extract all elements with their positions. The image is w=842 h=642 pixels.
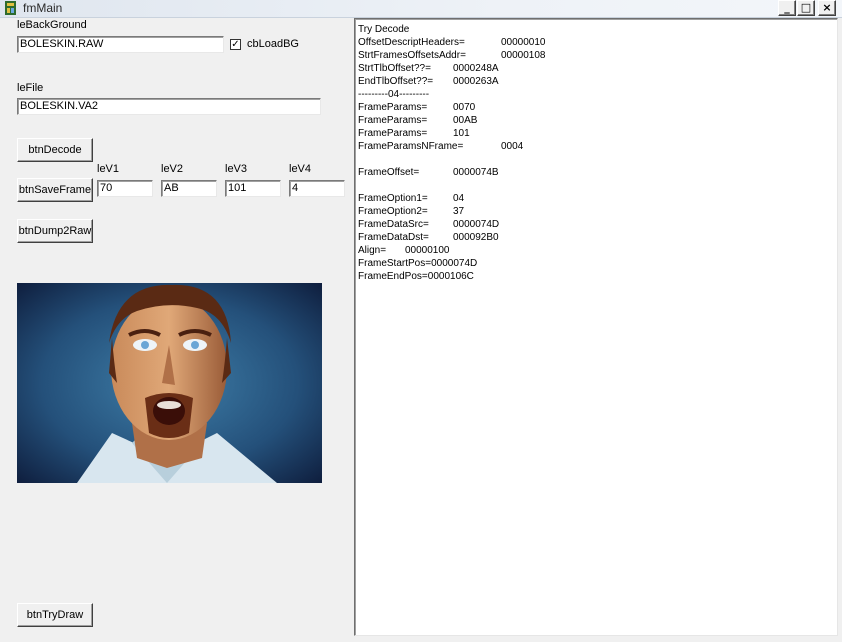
log-line-key: StrtTlbOffset??= <box>358 63 431 74</box>
maximize-button[interactable]: □ <box>797 0 815 16</box>
log-line-key: FrameParams= <box>358 128 428 139</box>
dump2raw-button[interactable]: btnDump2Raw <box>17 219 93 243</box>
app-icon <box>5 1 16 15</box>
log-line-key: FrameOffset= <box>358 167 420 178</box>
log-line-value: 00000100 <box>405 245 450 256</box>
log-line-key: FrameDataSrc= <box>358 219 429 230</box>
decode-button[interactable]: btnDecode <box>17 138 93 162</box>
save-frame-button[interactable]: btnSaveFrame <box>17 178 93 202</box>
v4-label: leV4 <box>289 163 312 175</box>
log-separator: ---------04--------- <box>358 89 430 100</box>
title-bar: fmMain _ □ × <box>0 0 842 18</box>
log-line-value: 04 <box>453 193 465 204</box>
log-line-key: FrameOption2= <box>358 206 428 217</box>
log-line-value: 0000074D <box>453 219 500 230</box>
log-line-key: FrameParamsNFrame= <box>358 141 464 152</box>
log-line-key: FrameEndPos=0000106C <box>358 271 474 282</box>
load-bg-checkbox[interactable]: ✓ <box>230 39 241 50</box>
window-title: fmMain <box>23 1 63 15</box>
log-line-value: 0070 <box>453 102 476 113</box>
close-button[interactable]: × <box>818 0 836 16</box>
file-label: leFile <box>17 82 44 94</box>
log-line-key: Align= <box>358 245 387 256</box>
log-heading: Try Decode <box>358 24 410 35</box>
v4-input[interactable]: 4 <box>289 180 345 197</box>
log-line-key: FrameDataDst= <box>358 232 429 243</box>
try-draw-button[interactable]: btnTryDraw <box>17 603 93 627</box>
v1-label: leV1 <box>97 163 120 175</box>
log-line-value: 0004 <box>501 141 524 152</box>
v3-label: leV3 <box>225 163 248 175</box>
v2-label: leV2 <box>161 163 184 175</box>
v3-input[interactable]: 101 <box>225 180 281 197</box>
v1-input[interactable]: 70 <box>97 180 153 197</box>
file-input[interactable]: BOLESKIN.VA2 <box>17 98 321 115</box>
log-line-key: EndTlbOffset??= <box>358 76 434 87</box>
background-label: leBackGround <box>17 19 87 31</box>
minimize-button[interactable]: _ <box>778 0 796 16</box>
log-line-value: 0000263A <box>453 76 499 87</box>
log-line-key: FrameStartPos=0000074D <box>358 258 478 269</box>
log-line-value: 00000010 <box>501 37 546 48</box>
log-line-value: 0000248A <box>453 63 499 74</box>
decode-log[interactable]: Try Decode OffsetDescriptHeaders= 000000… <box>354 18 838 636</box>
face-portrait-image <box>17 283 322 483</box>
log-line-value: 000092B0 <box>453 232 499 243</box>
log-line-value: 101 <box>453 128 470 139</box>
log-line-key: FrameParams= <box>358 115 428 126</box>
background-input[interactable]: BOLESKIN.RAW <box>17 36 224 53</box>
log-line-key: OffsetDescriptHeaders= <box>358 37 465 48</box>
log-line-value: 00AB <box>453 115 478 126</box>
load-bg-label[interactable]: cbLoadBG <box>247 38 299 50</box>
log-line-value: 37 <box>453 206 465 217</box>
log-line-key: FrameOption1= <box>358 193 428 204</box>
v2-input[interactable]: AB <box>161 180 217 197</box>
log-line-key: StrtFramesOffsetsAddr= <box>358 50 466 61</box>
log-line-key: FrameParams= <box>358 102 428 113</box>
log-line-value: 0000074B <box>453 167 499 178</box>
log-line-value: 00000108 <box>501 50 546 61</box>
